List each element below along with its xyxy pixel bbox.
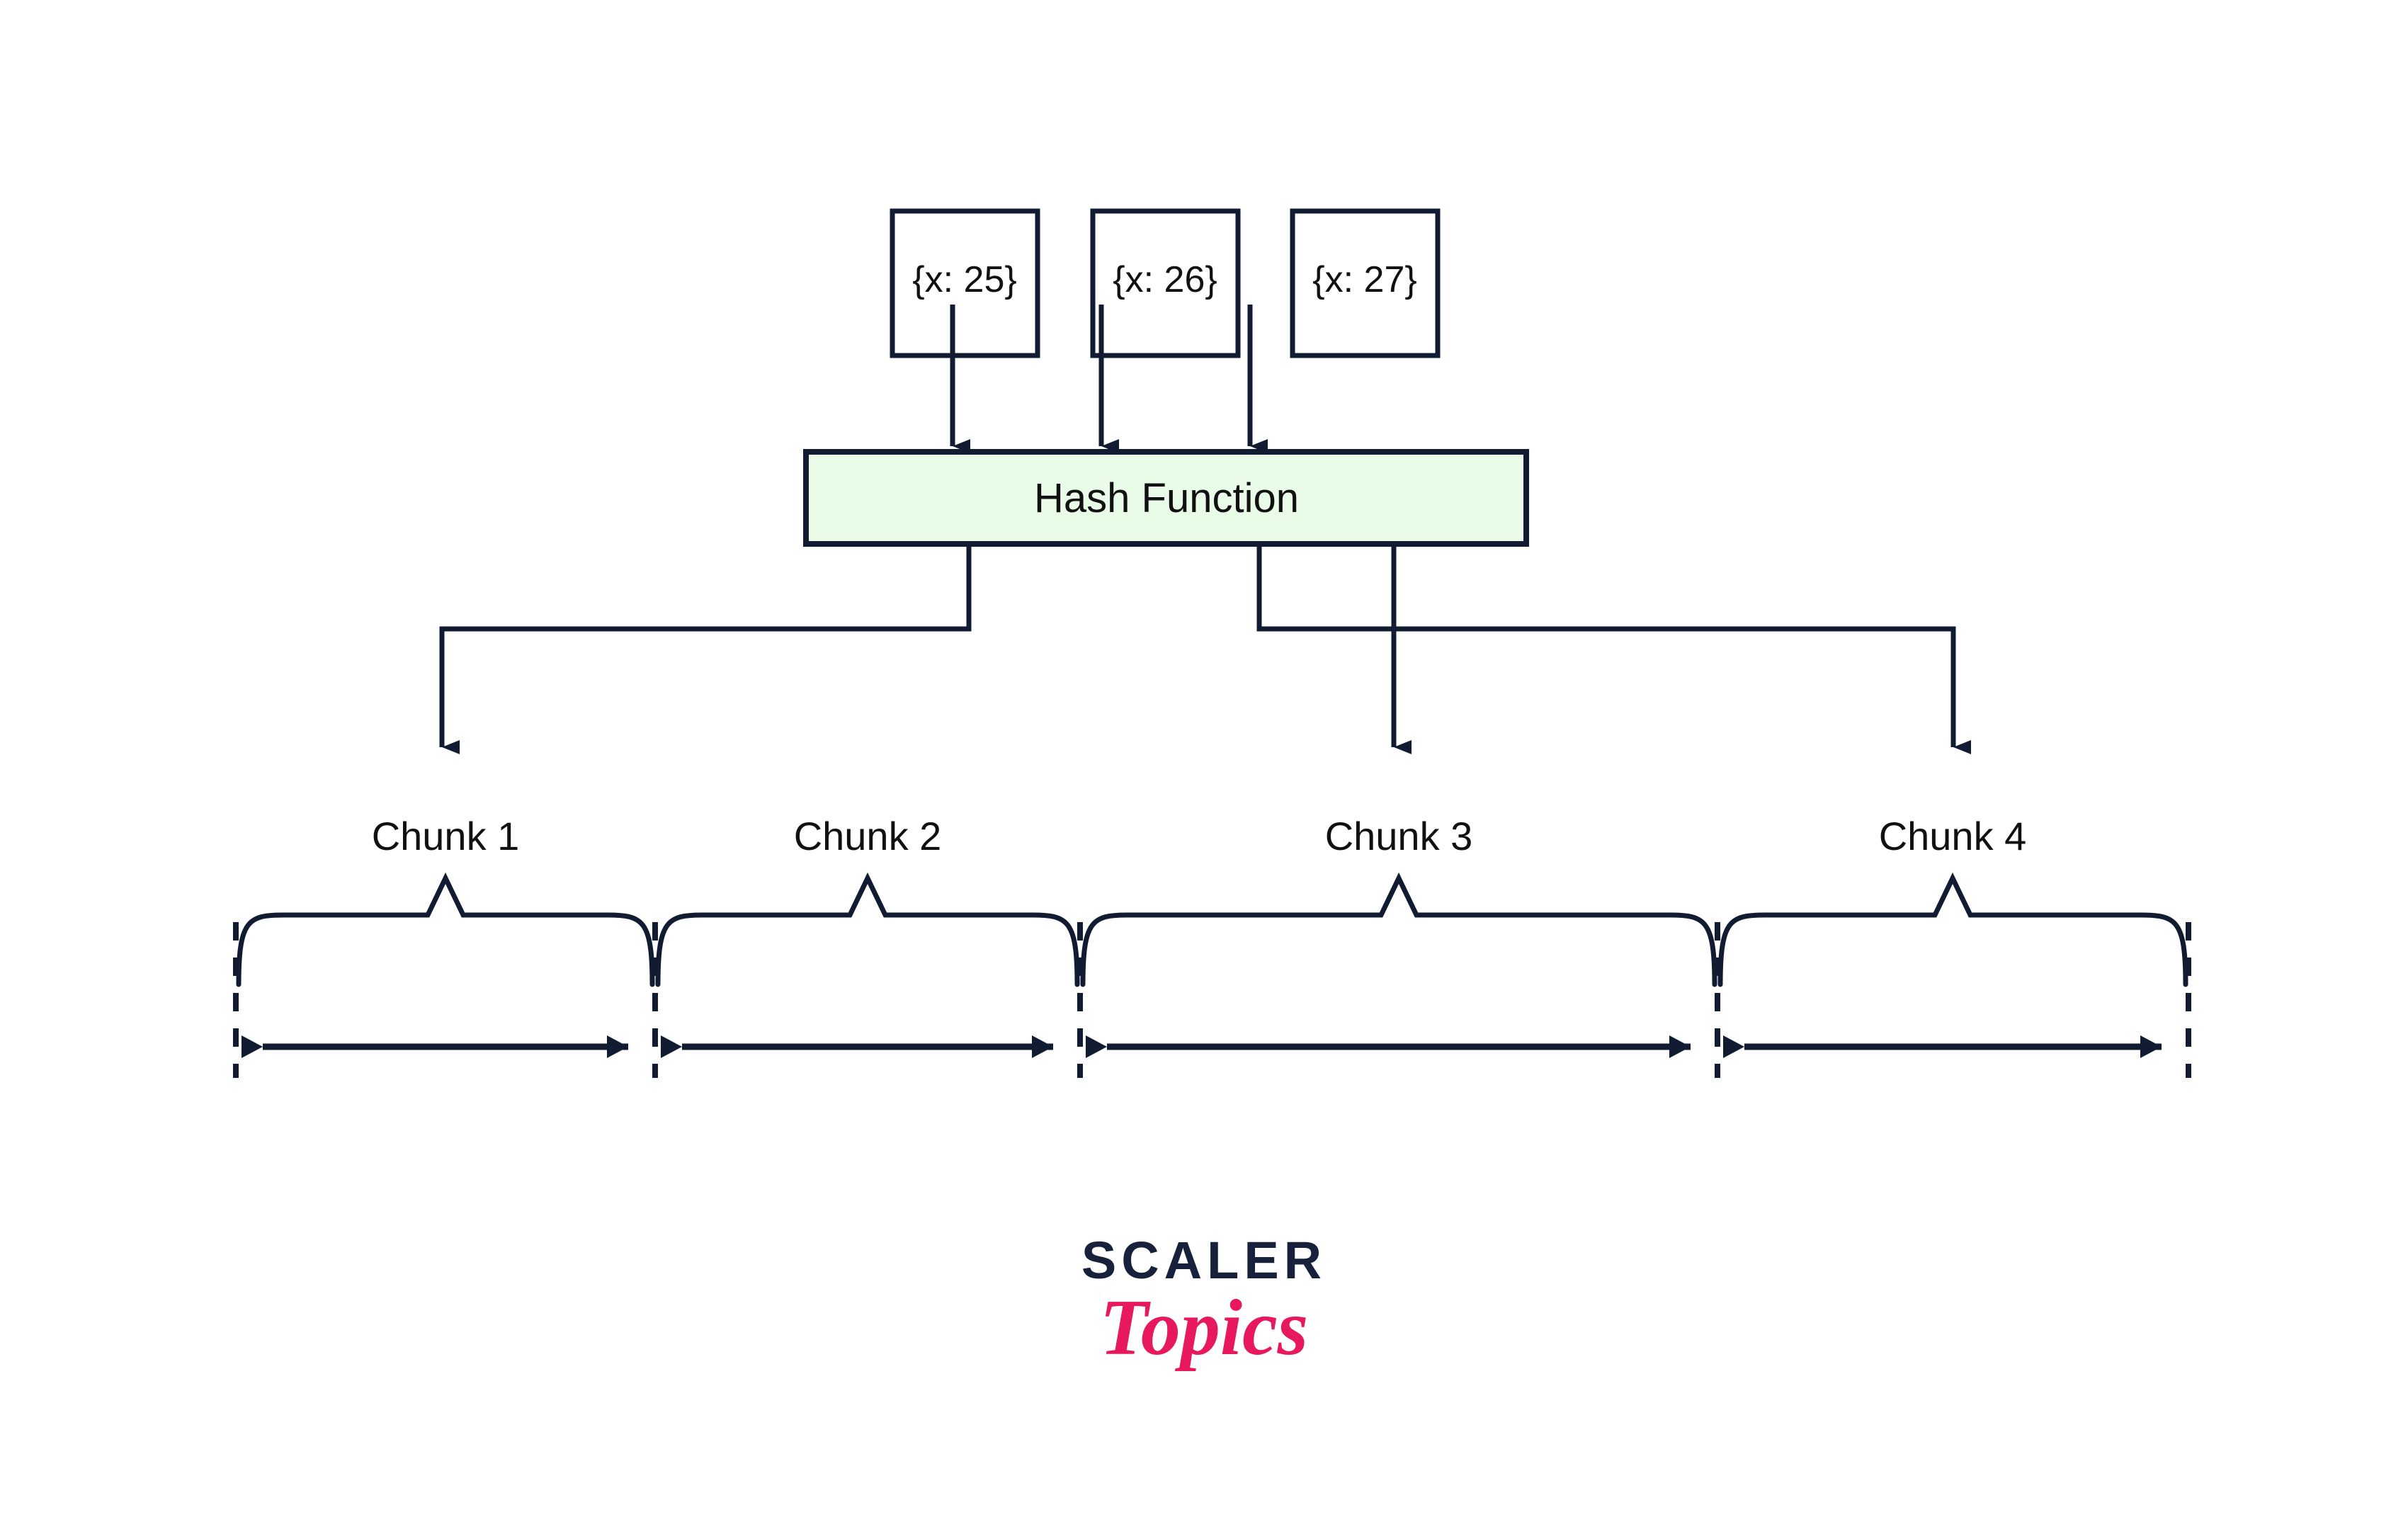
input-box-2[interactable]: {x: 26} (1090, 208, 1241, 358)
diagram-canvas: {x: 25} {x: 26} {x: 27} Hash Function Ch… (0, 0, 2408, 1534)
brace-chunk-1 (236, 872, 655, 987)
hash-function-box[interactable]: Hash Function (803, 449, 1529, 547)
hash-output-routing (439, 547, 1971, 754)
logo-secondary-text: Topics (1100, 1284, 1309, 1372)
chunk-label-2: Chunk 2 (794, 814, 942, 858)
route-hash-to-chunk-4 (1256, 547, 1971, 754)
hash-function-label: Hash Function (1034, 475, 1299, 521)
chunk-label-4: Chunk 4 (1879, 814, 2027, 858)
brace-chunk-3 (1080, 872, 1717, 987)
scaler-topics-logo: SCALER Topics (1081, 1231, 1327, 1372)
input-box-2-label: {x: 26} (1113, 259, 1217, 300)
brace-chunk-4 (1717, 872, 2188, 987)
input-box-1[interactable]: {x: 25} (890, 208, 1040, 358)
hash-chunk-diagram: {x: 25} {x: 26} {x: 27} Hash Function Ch… (233, 208, 2191, 1372)
brace-chunk-2 (655, 872, 1080, 987)
chunk-label-3: Chunk 3 (1325, 814, 1473, 858)
input-box-3[interactable]: {x: 27} (1290, 208, 1441, 358)
chunk-braces-group (236, 872, 2188, 987)
chunk-boundary-lines (233, 922, 2191, 1078)
chunk-labels-group: Chunk 1 Chunk 2 Chunk 3 Chunk 4 (372, 814, 2027, 858)
logo-primary-text: SCALER (1081, 1231, 1327, 1290)
chunk-label-1: Chunk 1 (372, 814, 520, 858)
route-hash-to-chunk-1 (439, 547, 972, 754)
input-box-3-label: {x: 27} (1312, 259, 1416, 300)
input-boxes-group: {x: 25} {x: 26} {x: 27} (890, 208, 1441, 358)
input-box-1-label: {x: 25} (912, 259, 1016, 300)
